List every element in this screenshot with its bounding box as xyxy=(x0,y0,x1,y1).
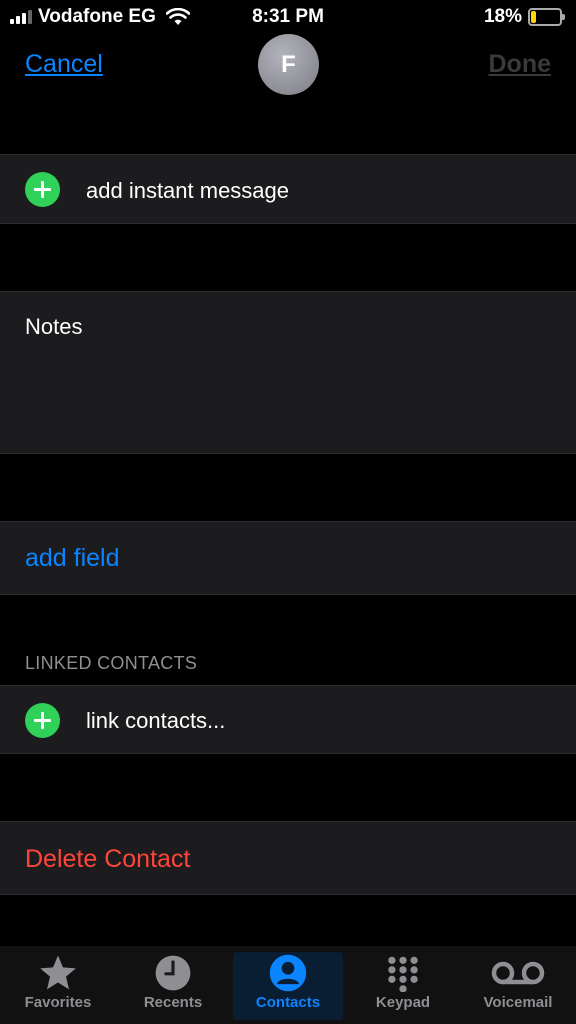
linked-contacts-header: LINKED CONTACTS xyxy=(25,653,198,673)
tab-label: Voicemail xyxy=(483,994,553,1011)
battery-level xyxy=(531,11,536,23)
tab-label: Keypad xyxy=(375,994,431,1011)
tab-label: Recents xyxy=(143,994,203,1011)
battery-status: 18% xyxy=(483,6,565,28)
add-instant-message-label: add instant message xyxy=(86,178,290,203)
add-icon[interactable] xyxy=(25,703,60,738)
done-button[interactable]: Done xyxy=(489,50,552,79)
cancel-button[interactable]: Cancel xyxy=(25,50,103,79)
link-contacts-label: link contacts... xyxy=(86,708,226,733)
clock-icon xyxy=(155,955,191,991)
battery-icon xyxy=(528,8,565,26)
notes-label: Notes xyxy=(25,314,83,339)
keypad-icon xyxy=(388,956,418,992)
tab-bar: Favorites Recents Contacts Keypad Voicem… xyxy=(0,946,576,1024)
add-field-label: add field xyxy=(25,544,120,572)
add-icon[interactable] xyxy=(25,172,60,207)
tab-label: Favorites xyxy=(24,994,92,1011)
person-icon xyxy=(269,954,307,992)
battery-percent: 18% xyxy=(483,6,522,27)
voicemail-icon xyxy=(491,961,545,985)
avatar[interactable]: F xyxy=(258,34,319,95)
star-icon xyxy=(40,955,76,990)
add-field-row[interactable]: add field xyxy=(0,521,576,595)
nav-bar: Cancel F Done xyxy=(0,34,576,96)
tab-voicemail[interactable]: Voicemail xyxy=(463,952,573,1020)
tab-label: Contacts xyxy=(255,994,321,1011)
tab-contacts[interactable]: Contacts xyxy=(233,952,343,1020)
notes-field[interactable]: Notes xyxy=(0,291,576,454)
tab-keypad[interactable]: Keypad xyxy=(348,952,458,1020)
tab-recents[interactable]: Recents xyxy=(118,952,228,1020)
link-contacts-row[interactable]: link contacts... xyxy=(0,685,576,754)
add-instant-message-row[interactable]: add instant message xyxy=(0,154,576,224)
avatar-initial: F xyxy=(281,50,296,78)
status-bar: Vodafone EG 8:31 PM 18% xyxy=(0,0,576,34)
tab-favorites[interactable]: Favorites xyxy=(3,952,113,1020)
delete-contact-button[interactable]: Delete Contact xyxy=(0,821,576,895)
delete-contact-label: Delete Contact xyxy=(25,845,191,873)
